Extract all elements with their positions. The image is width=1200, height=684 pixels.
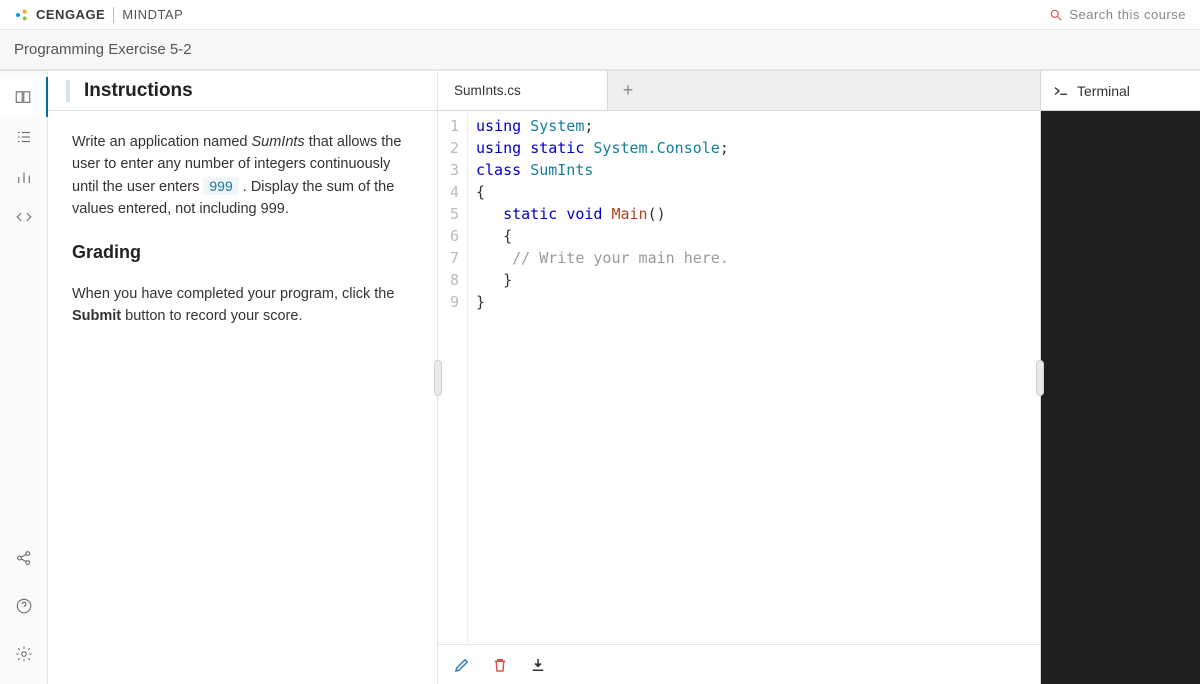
editor-tab-sumints[interactable]: SumInts.cs <box>438 71 608 110</box>
code-line[interactable]: { <box>476 225 729 247</box>
code-line[interactable]: class SumInts <box>476 159 729 181</box>
download-icon <box>529 656 547 674</box>
grading-heading: Grading <box>72 239 413 267</box>
editor-tab-add[interactable]: + <box>608 71 648 110</box>
line-number: 2 <box>438 137 459 159</box>
instructions-body: Write an application named SumInts that … <box>48 111 437 366</box>
instructions-header: Instructions <box>48 71 437 111</box>
code-line[interactable]: using System; <box>476 115 729 137</box>
sentinel-value: 999 <box>203 177 238 195</box>
exercise-title: Programming Exercise 5-2 <box>14 41 192 58</box>
line-number: 4 <box>438 181 459 203</box>
line-number: 5 <box>438 203 459 225</box>
line-number: 8 <box>438 269 459 291</box>
rail-checklist[interactable] <box>0 117 48 157</box>
left-icon-rail <box>0 71 48 684</box>
search-icon <box>1049 8 1063 22</box>
main-area: Instructions Write an application named … <box>0 70 1200 684</box>
instructions-panel: Instructions Write an application named … <box>48 71 438 684</box>
code-line[interactable]: { <box>476 181 729 203</box>
terminal-resize-handle[interactable] <box>1036 360 1044 396</box>
cengage-logo-icon <box>14 7 30 23</box>
line-number: 9 <box>438 291 459 313</box>
editor-tab-bar: SumInts.cs + <box>438 71 1040 111</box>
brand-bar: CENGAGE MINDTAP Search this course <box>0 0 1200 30</box>
rail-settings[interactable] <box>0 634 48 674</box>
help-icon <box>15 597 33 615</box>
terminal-body[interactable] <box>1041 111 1200 684</box>
gear-icon <box>15 645 33 663</box>
line-number: 7 <box>438 247 459 269</box>
code-editor[interactable]: 123456789 using System;using static Syst… <box>438 111 1040 644</box>
code-content[interactable]: using System;using static System.Console… <box>468 111 729 644</box>
app-name: SumInts <box>251 134 304 150</box>
code-icon <box>15 208 33 226</box>
header-accent <box>66 80 70 102</box>
plus-icon: + <box>623 80 634 101</box>
course-search-placeholder: Search this course <box>1069 7 1186 22</box>
rail-code[interactable] <box>0 197 48 237</box>
instructions-resize-handle[interactable] <box>434 360 442 396</box>
trash-icon <box>491 656 509 674</box>
code-line[interactable]: } <box>476 269 729 291</box>
terminal-label: Terminal <box>1077 83 1130 99</box>
edit-button[interactable] <box>452 655 472 675</box>
editor-toolbar <box>438 644 1040 684</box>
code-line[interactable]: } <box>476 291 729 313</box>
terminal-panel: Terminal <box>1040 71 1200 684</box>
course-search[interactable]: Search this course <box>1049 7 1186 22</box>
rail-instructions[interactable] <box>0 77 48 117</box>
instructions-paragraph-2: When you have completed your program, cl… <box>72 283 413 328</box>
terminal-icon <box>1053 85 1069 97</box>
line-number: 3 <box>438 159 459 181</box>
share-icon <box>15 549 33 567</box>
code-line[interactable]: static void Main() <box>476 203 729 225</box>
line-number: 6 <box>438 225 459 247</box>
rail-help[interactable] <box>0 586 48 626</box>
download-button[interactable] <box>528 655 548 675</box>
book-icon <box>14 88 32 106</box>
code-line[interactable]: using static System.Console; <box>476 137 729 159</box>
editor-tab-label: SumInts.cs <box>454 83 521 98</box>
bar-chart-icon <box>15 168 33 186</box>
brand-divider <box>113 7 114 23</box>
brand-mindtap: MINDTAP <box>122 7 183 22</box>
brand-cengage: CENGAGE <box>36 7 105 22</box>
terminal-header[interactable]: Terminal <box>1041 71 1200 111</box>
line-number: 1 <box>438 115 459 137</box>
code-line[interactable]: // Write your main here. <box>476 247 729 269</box>
exercise-title-bar: Programming Exercise 5-2 <box>0 30 1200 70</box>
submit-word: Submit <box>72 308 121 324</box>
line-number-gutter: 123456789 <box>438 111 468 644</box>
checklist-icon <box>15 128 33 146</box>
editor-column: SumInts.cs + 123456789 using System;usin… <box>438 71 1040 684</box>
pencil-icon <box>453 656 471 674</box>
instructions-title: Instructions <box>84 80 193 102</box>
rail-share[interactable] <box>0 538 48 578</box>
brand-logo: CENGAGE <box>14 7 105 23</box>
delete-button[interactable] <box>490 655 510 675</box>
rail-analytics[interactable] <box>0 157 48 197</box>
instructions-paragraph-1: Write an application named SumInts that … <box>72 131 413 221</box>
